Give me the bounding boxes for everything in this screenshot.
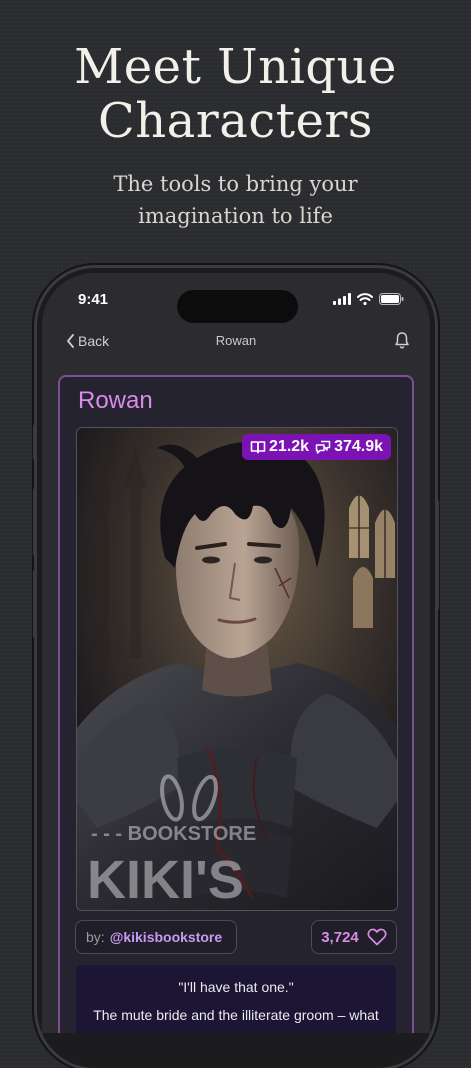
character-artwork[interactable]: - - - BOOKSTORE KIKI'S 21.2k 374.9k [76,427,398,911]
like-button[interactable]: 3,724 [311,920,397,954]
back-label: Back [78,333,110,349]
character-portrait: - - - BOOKSTORE KIKI'S [77,428,397,910]
character-quote: "I'll have that one." [178,979,294,995]
dynamic-island [177,290,298,323]
hero-subtitle-line-2: imagination to life [138,204,333,228]
nav-bar: Back Rowan [42,329,430,365]
chats-stat: 374.9k [315,438,383,456]
notifications-button[interactable] [394,331,410,354]
book-icon [250,441,266,454]
phone-volume-down-button [33,570,37,638]
bell-icon [395,332,409,349]
character-card[interactable]: Rowan - - - BOOKSTORE KIKI'S 21.2k 374.9… [58,375,414,1033]
hero-subtitle: The tools to bring your imagination to l… [70,168,401,232]
wifi-icon [357,293,373,305]
chevron-left-icon [67,334,74,348]
phone-screen: 9:41 Back Rowan Rowan - - - BOOKSTORE KI… [42,273,430,1033]
hero-title-line-2: Characters [98,93,373,149]
reads-stat: 21.2k [250,438,309,456]
hero-subtitle-line-1: The tools to bring your [113,172,358,196]
watermark-top-text: - - - BOOKSTORE [91,823,256,845]
character-name: Rowan [78,387,153,414]
signal-icon [333,293,351,305]
phone-action-button [33,424,37,460]
likes-count: 3,724 [321,928,359,946]
heart-icon [367,928,387,946]
status-time: 9:41 [78,291,109,308]
battery-icon [379,293,404,305]
author-prefix: by: [86,929,105,945]
status-icons [333,293,404,305]
back-button[interactable]: Back [66,333,109,349]
reads-count: 21.2k [269,438,310,455]
character-description: "I'll have that one." The mute bride and… [76,965,396,1033]
stats-badge: 21.2k 374.9k [242,434,391,460]
chat-bubbles-icon [315,440,331,454]
chats-count: 374.9k [334,438,383,455]
hero-title-line-1: Meet Unique [74,39,397,95]
phone-volume-up-button [33,488,37,556]
watermark-main-text: KIKI'S [87,850,244,910]
phone-power-button [435,500,439,610]
author-chip[interactable]: by: @kikisbookstore [75,920,237,954]
description-text: The mute bride and the illiterate groom … [93,1007,379,1023]
hero-title: Meet Unique Characters [0,40,471,148]
author-handle: @kikisbookstore [109,929,223,945]
